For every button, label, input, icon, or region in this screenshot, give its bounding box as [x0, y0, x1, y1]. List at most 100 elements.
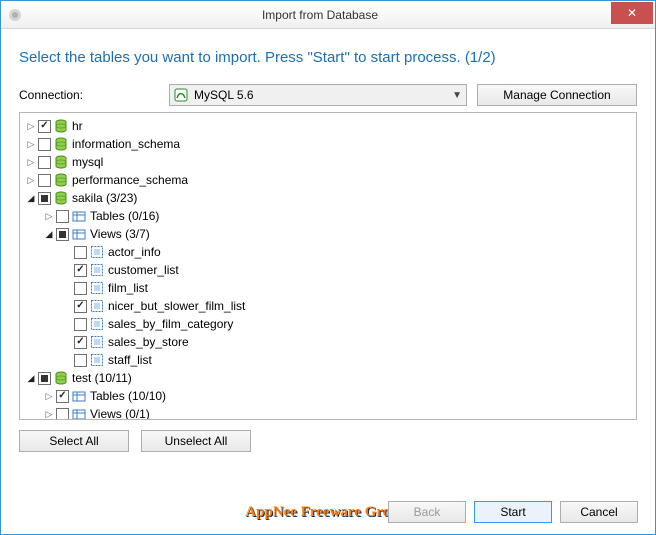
database-icon — [54, 191, 68, 205]
node-label: performance_schema — [72, 173, 188, 187]
checkbox[interactable] — [74, 354, 87, 367]
checkbox[interactable] — [38, 372, 51, 385]
close-icon: ✕ — [627, 6, 637, 20]
expander-open-icon[interactable]: ◢ — [24, 371, 38, 385]
expander-none — [60, 263, 74, 277]
checkbox[interactable] — [74, 300, 87, 313]
window-title: Import from Database — [29, 8, 611, 22]
table-group-icon — [72, 407, 86, 420]
instruction-text: Select the tables you want to import. Pr… — [19, 49, 637, 66]
view-icon — [90, 281, 104, 295]
table-tree[interactable]: ▷ hr ▷ information_schema ▷ mysql ▷ performance… — [19, 112, 637, 420]
node-label: actor_info — [108, 245, 161, 259]
tree-node[interactable]: ▷ mysql — [22, 153, 634, 171]
database-icon — [54, 137, 68, 151]
tree-node[interactable]: actor_info — [22, 243, 634, 261]
checkbox[interactable] — [38, 174, 51, 187]
cancel-label: Cancel — [580, 505, 617, 519]
expander-none — [60, 299, 74, 313]
start-button[interactable]: Start — [474, 501, 552, 523]
tree-node[interactable]: ▷ performance_schema — [22, 171, 634, 189]
node-label: sales_by_store — [108, 335, 189, 349]
tree-node[interactable]: ▷ Tables (10/10) — [22, 387, 634, 405]
connection-selected: MySQL 5.6 — [194, 88, 452, 102]
expander-closed-icon[interactable]: ▷ — [42, 389, 56, 403]
select-all-button[interactable]: Select All — [19, 430, 129, 452]
tree-node[interactable]: customer_list — [22, 261, 634, 279]
table-group-icon — [72, 227, 86, 241]
node-label: Tables (10/10) — [90, 389, 166, 403]
expander-closed-icon[interactable]: ▷ — [42, 407, 56, 420]
checkbox[interactable] — [74, 336, 87, 349]
expander-none — [60, 317, 74, 331]
table-group-icon — [72, 389, 86, 403]
checkbox[interactable] — [38, 120, 51, 133]
node-label: hr — [72, 119, 83, 133]
node-label: nicer_but_slower_film_list — [108, 299, 245, 313]
node-label: film_list — [108, 281, 148, 295]
back-button: Back — [388, 501, 466, 523]
app-icon — [7, 7, 23, 23]
checkbox[interactable] — [74, 318, 87, 331]
expander-closed-icon[interactable]: ▷ — [24, 173, 38, 187]
connection-row: Connection: MySQL 5.6 ▼ Manage Connectio… — [19, 84, 637, 106]
checkbox[interactable] — [38, 192, 51, 205]
tree-node[interactable]: sales_by_store — [22, 333, 634, 351]
cancel-button[interactable]: Cancel — [560, 501, 638, 523]
checkbox[interactable] — [74, 246, 87, 259]
tree-node[interactable]: ◢ Views (3/7) — [22, 225, 634, 243]
node-label: Views (0/1) — [90, 407, 150, 420]
mysql-icon — [174, 88, 188, 102]
table-group-icon — [72, 209, 86, 223]
checkbox[interactable] — [56, 228, 69, 241]
checkbox[interactable] — [56, 408, 69, 421]
tree-node[interactable]: nicer_but_slower_film_list — [22, 297, 634, 315]
manage-connection-label: Manage Connection — [503, 88, 610, 102]
expander-none — [60, 335, 74, 349]
tree-node[interactable]: ▷ hr — [22, 117, 634, 135]
checkbox[interactable] — [74, 264, 87, 277]
node-label: mysql — [72, 155, 103, 169]
tree-node[interactable]: ▷ Tables (0/16) — [22, 207, 634, 225]
close-button[interactable]: ✕ — [611, 2, 653, 24]
expander-none — [60, 245, 74, 259]
node-label: information_schema — [72, 137, 180, 151]
node-label: customer_list — [108, 263, 179, 277]
checkbox[interactable] — [38, 156, 51, 169]
tree-node[interactable]: ◢ test (10/11) — [22, 369, 634, 387]
node-label: sakila (3/23) — [72, 191, 137, 205]
checkbox[interactable] — [74, 282, 87, 295]
back-label: Back — [414, 505, 441, 519]
tree-node[interactable]: ◢ sakila (3/23) — [22, 189, 634, 207]
unselect-all-button[interactable]: Unselect All — [141, 430, 251, 452]
footer: Back Start Cancel — [0, 493, 656, 535]
database-icon — [54, 119, 68, 133]
view-icon — [90, 335, 104, 349]
node-label: test (10/11) — [72, 371, 132, 385]
database-icon — [54, 371, 68, 385]
node-label: Tables (0/16) — [90, 209, 159, 223]
node-label: sales_by_film_category — [108, 317, 233, 331]
checkbox[interactable] — [38, 138, 51, 151]
tree-node[interactable]: ▷ information_schema — [22, 135, 634, 153]
node-label: staff_list — [108, 353, 152, 367]
expander-open-icon[interactable]: ◢ — [42, 227, 56, 241]
expander-closed-icon[interactable]: ▷ — [42, 209, 56, 223]
manage-connection-button[interactable]: Manage Connection — [477, 84, 637, 106]
title-bar: Import from Database ✕ — [1, 1, 655, 29]
tree-node[interactable]: sales_by_film_category — [22, 315, 634, 333]
connection-dropdown[interactable]: MySQL 5.6 ▼ — [169, 84, 467, 106]
database-icon — [54, 173, 68, 187]
expander-closed-icon[interactable]: ▷ — [24, 137, 38, 151]
expander-closed-icon[interactable]: ▷ — [24, 119, 38, 133]
view-icon — [90, 245, 104, 259]
tree-node[interactable]: ▷ Views (0/1) — [22, 405, 634, 420]
tree-node[interactable]: staff_list — [22, 351, 634, 369]
expander-closed-icon[interactable]: ▷ — [24, 155, 38, 169]
view-icon — [90, 317, 104, 331]
node-label: Views (3/7) — [90, 227, 150, 241]
expander-open-icon[interactable]: ◢ — [24, 191, 38, 205]
tree-node[interactable]: film_list — [22, 279, 634, 297]
checkbox[interactable] — [56, 390, 69, 403]
checkbox[interactable] — [56, 210, 69, 223]
